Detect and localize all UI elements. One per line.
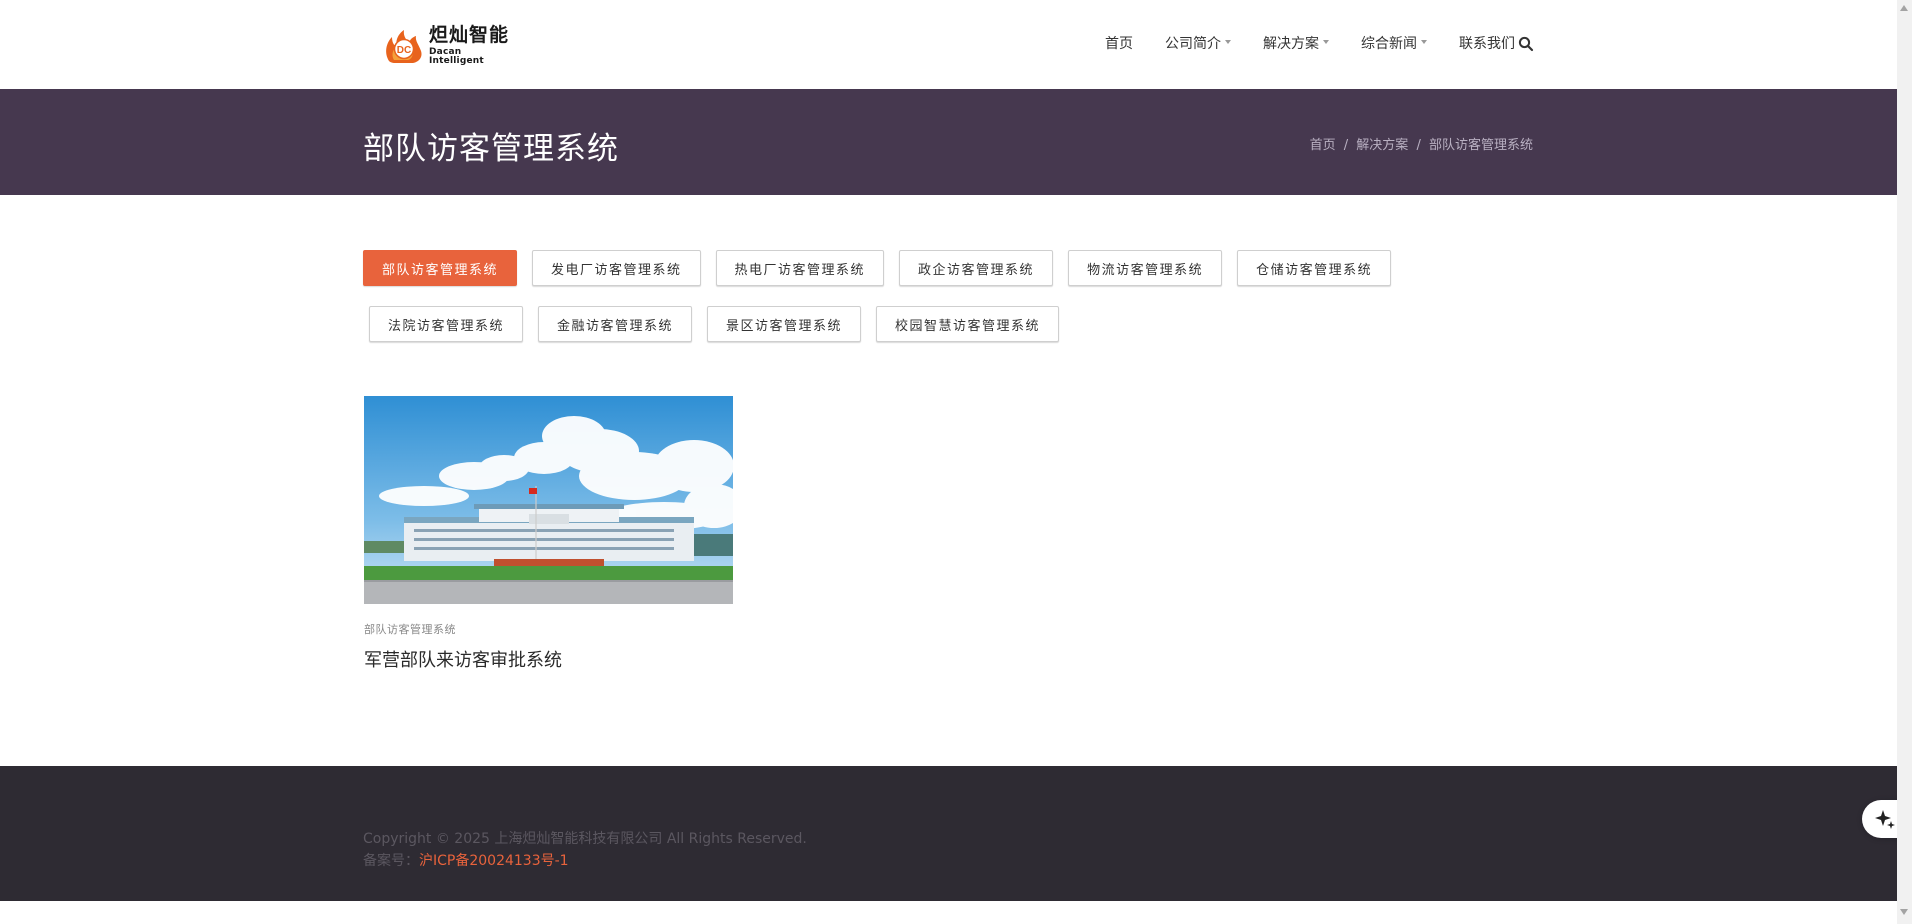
- filter-row-2: 法院访客管理系统 金融访客管理系统 景区访客管理系统 校园智慧访客管理系统: [363, 306, 1543, 342]
- nav-about[interactable]: 公司简介: [1165, 33, 1231, 53]
- logo-name-cn: 炟灿智能: [429, 24, 510, 46]
- nav-news[interactable]: 综合新闻: [1361, 33, 1427, 53]
- sparkle-icon: [1875, 810, 1895, 829]
- icp-record: 备案号：沪ICP备20024133号-1: [363, 850, 569, 870]
- logo-flame-icon: DC: [383, 27, 425, 65]
- filter-thermal-plant-button[interactable]: 热电厂访客管理系统: [715, 250, 885, 286]
- scroll-down-arrow-icon[interactable]: [1900, 909, 1908, 915]
- card-title[interactable]: 军营部队来访客审批系统: [364, 646, 733, 672]
- nav-solutions[interactable]: 解决方案: [1263, 33, 1329, 53]
- filter-finance-button[interactable]: 金融访客管理系统: [538, 306, 693, 342]
- category-filters: 部队访客管理系统 发电厂访客管理系统 热电厂访客管理系统 政企访客管理系统 物流…: [363, 250, 1543, 362]
- nav-contact-label: 联系我们: [1459, 36, 1515, 52]
- filter-power-plant-button[interactable]: 发电厂访客管理系统: [532, 250, 701, 286]
- page: DC 炟灿智能 Dacan Intelligent 首页 公司简介 解决方案 综…: [0, 0, 1912, 924]
- card-thumbnail-image[interactable]: [364, 396, 744, 604]
- filter-logistics-button[interactable]: 物流访客管理系统: [1068, 250, 1223, 286]
- logo-name-en: Dacan Intelligent: [429, 47, 484, 66]
- filter-campus-button[interactable]: 校园智慧访客管理系统: [876, 306, 1060, 342]
- scroll-thumb[interactable]: [1899, 17, 1910, 907]
- chevron-down-icon: [1225, 39, 1231, 44]
- copyright-text: Copyright © 2025 上海炟灿智能科技有限公司 All Rights…: [363, 831, 807, 847]
- page-title-banner: 部队访客管理系统 首页 / 解决方案 / 部队访客管理系统: [0, 89, 1897, 195]
- site-logo[interactable]: DC 炟灿智能 Dacan Intelligent: [383, 26, 513, 66]
- breadcrumb-current: 部队访客管理系统: [1428, 138, 1533, 153]
- main-nav: 首页 公司简介 解决方案 综合新闻 联系我们: [1105, 33, 1547, 53]
- breadcrumb-solutions[interactable]: 解决方案: [1356, 138, 1408, 153]
- card-category: 部队访客管理系统: [364, 623, 456, 636]
- filter-row-1: 部队访客管理系统 发电厂访客管理系统 热电厂访客管理系统 政企访客管理系统 物流…: [363, 250, 1543, 286]
- breadcrumb-separator: /: [1416, 138, 1421, 153]
- chevron-down-icon: [1421, 39, 1427, 44]
- filter-scenic-button[interactable]: 景区访客管理系统: [707, 306, 862, 342]
- nav-news-label: 综合新闻: [1361, 36, 1417, 52]
- scroll-up-arrow-icon[interactable]: [1900, 5, 1908, 11]
- solution-card: 部队访客管理系统 军营部队来访客审批系统: [364, 396, 744, 672]
- breadcrumb-home[interactable]: 首页: [1310, 138, 1336, 153]
- nav-home[interactable]: 首页: [1105, 33, 1133, 53]
- site-header: DC 炟灿智能 Dacan Intelligent 首页 公司简介 解决方案 综…: [0, 0, 1897, 89]
- nav-about-label: 公司简介: [1165, 36, 1221, 52]
- nav-contact[interactable]: 联系我们: [1459, 33, 1515, 53]
- filter-army-button[interactable]: 部队访客管理系统: [363, 250, 518, 286]
- search-icon[interactable]: [1518, 36, 1534, 52]
- nav-solutions-label: 解决方案: [1263, 36, 1319, 52]
- filter-court-button[interactable]: 法院访客管理系统: [369, 306, 524, 342]
- svg-text:DC: DC: [397, 45, 411, 56]
- site-footer: Copyright © 2025 上海炟灿智能科技有限公司 All Rights…: [0, 766, 1897, 901]
- icp-label: 备案号：: [363, 853, 419, 869]
- filter-government-button[interactable]: 政企访客管理系统: [899, 250, 1054, 286]
- page-bottom-strip: [0, 901, 1897, 924]
- page-title: 部队访客管理系统: [363, 131, 619, 167]
- vertical-scrollbar[interactable]: [1897, 0, 1912, 924]
- icp-link[interactable]: 沪ICP备20024133号-1: [419, 853, 569, 869]
- filter-warehouse-button[interactable]: 仓储访客管理系统: [1237, 250, 1392, 286]
- breadcrumb: 首页 / 解决方案 / 部队访客管理系统: [1310, 134, 1533, 153]
- breadcrumb-separator: /: [1343, 138, 1349, 153]
- chevron-down-icon: [1323, 39, 1329, 44]
- nav-home-label: 首页: [1105, 36, 1133, 52]
